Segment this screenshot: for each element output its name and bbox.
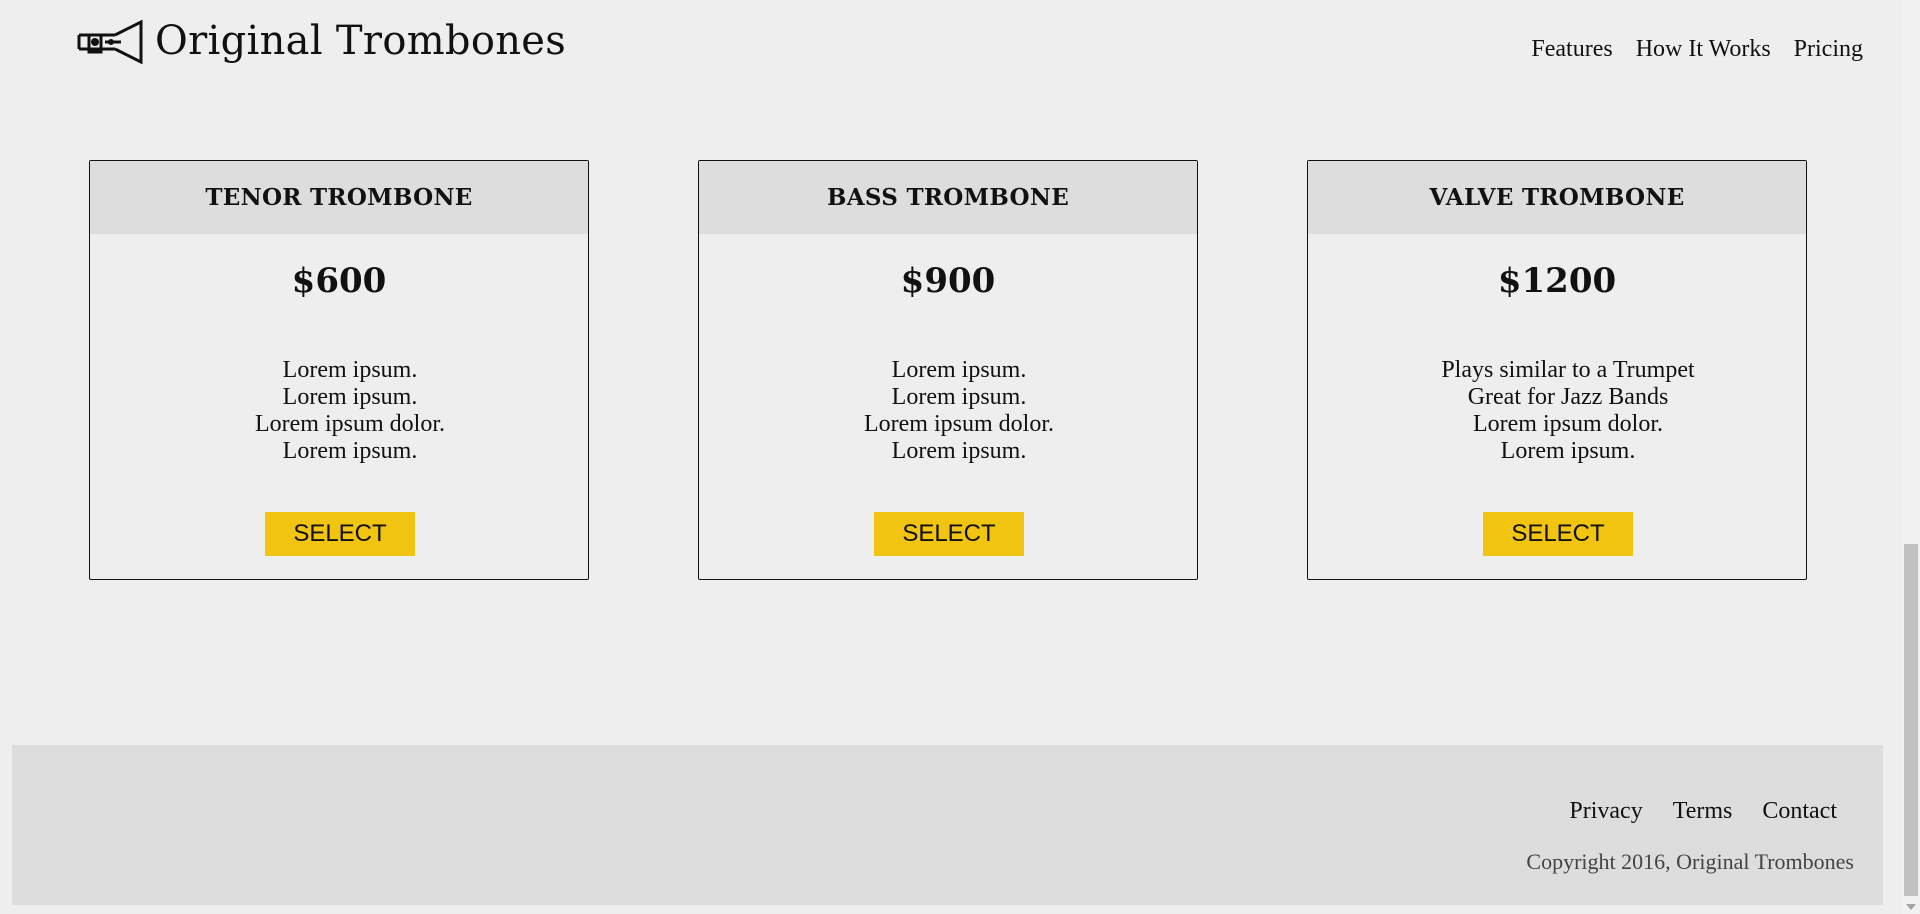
footer-privacy-link[interactable]: Privacy bbox=[1569, 798, 1642, 825]
feature-item: Lorem ipsum dolor. bbox=[1473, 411, 1663, 437]
pricing-card-bass: BASS TROMBONE $900 Lorem ipsum. Lorem ip… bbox=[698, 160, 1198, 580]
feature-list: Plays similar to a Trumpet Great for Jaz… bbox=[1308, 357, 1806, 465]
scroll-down-arrow-icon[interactable] bbox=[1906, 904, 1916, 910]
feature-list: Lorem ipsum. Lorem ipsum. Lorem ipsum do… bbox=[699, 357, 1197, 465]
feature-item: Lorem ipsum. bbox=[282, 357, 418, 383]
feature-item: Lorem ipsum dolor. bbox=[864, 411, 1054, 437]
card-price: $600 bbox=[291, 261, 387, 301]
nav-features-link[interactable]: Features bbox=[1531, 36, 1612, 63]
feature-item: Lorem ipsum. bbox=[891, 357, 1027, 383]
site-header: Original Trombones Features How It Works… bbox=[0, 0, 1882, 90]
brand-title: Original Trombones bbox=[155, 18, 567, 64]
feature-item: Lorem ipsum. bbox=[891, 384, 1027, 410]
feature-item: Plays similar to a Trumpet bbox=[1441, 357, 1695, 383]
card-price: $900 bbox=[900, 261, 996, 301]
feature-item: Great for Jazz Bands bbox=[1467, 384, 1669, 410]
feature-item: Lorem ipsum. bbox=[282, 384, 418, 410]
select-tenor-button[interactable]: SELECT bbox=[265, 512, 415, 556]
scrollbar-thumb[interactable] bbox=[1904, 544, 1918, 896]
nav-how-it-works-link[interactable]: How It Works bbox=[1636, 36, 1771, 63]
feature-item: Lorem ipsum. bbox=[282, 438, 418, 464]
site-footer: Privacy Terms Contact Copyright 2016, Or… bbox=[12, 745, 1883, 905]
select-valve-button[interactable]: SELECT bbox=[1483, 512, 1633, 556]
pricing-cards: TENOR TROMBONE $600 Lorem ipsum. Lorem i… bbox=[89, 160, 1807, 580]
card-price: $1200 bbox=[1497, 261, 1617, 301]
footer-nav: Privacy Terms Contact bbox=[1569, 798, 1837, 825]
card-title: TENOR TROMBONE bbox=[90, 161, 588, 234]
footer-terms-link[interactable]: Terms bbox=[1673, 798, 1733, 825]
card-title: VALVE TROMBONE bbox=[1308, 161, 1806, 234]
feature-item: Lorem ipsum. bbox=[1500, 438, 1636, 464]
copyright-text: Copyright 2016, Original Trombones bbox=[1526, 849, 1854, 874]
nav-pricing-link[interactable]: Pricing bbox=[1794, 36, 1863, 63]
vertical-scrollbar[interactable] bbox=[1902, 0, 1920, 914]
main-nav: Features How It Works Pricing bbox=[1531, 36, 1863, 63]
brand[interactable]: Original Trombones bbox=[75, 18, 567, 65]
pricing-card-valve: VALVE TROMBONE $1200 Plays similar to a … bbox=[1307, 160, 1807, 580]
pricing-card-tenor: TENOR TROMBONE $600 Lorem ipsum. Lorem i… bbox=[89, 160, 589, 580]
feature-item: Lorem ipsum dolor. bbox=[255, 411, 445, 437]
select-bass-button[interactable]: SELECT bbox=[874, 512, 1024, 556]
feature-list: Lorem ipsum. Lorem ipsum. Lorem ipsum do… bbox=[90, 357, 588, 465]
footer-contact-link[interactable]: Contact bbox=[1762, 798, 1837, 825]
trombone-logo-icon bbox=[75, 18, 143, 65]
card-title: BASS TROMBONE bbox=[699, 161, 1197, 234]
feature-item: Lorem ipsum. bbox=[891, 438, 1027, 464]
